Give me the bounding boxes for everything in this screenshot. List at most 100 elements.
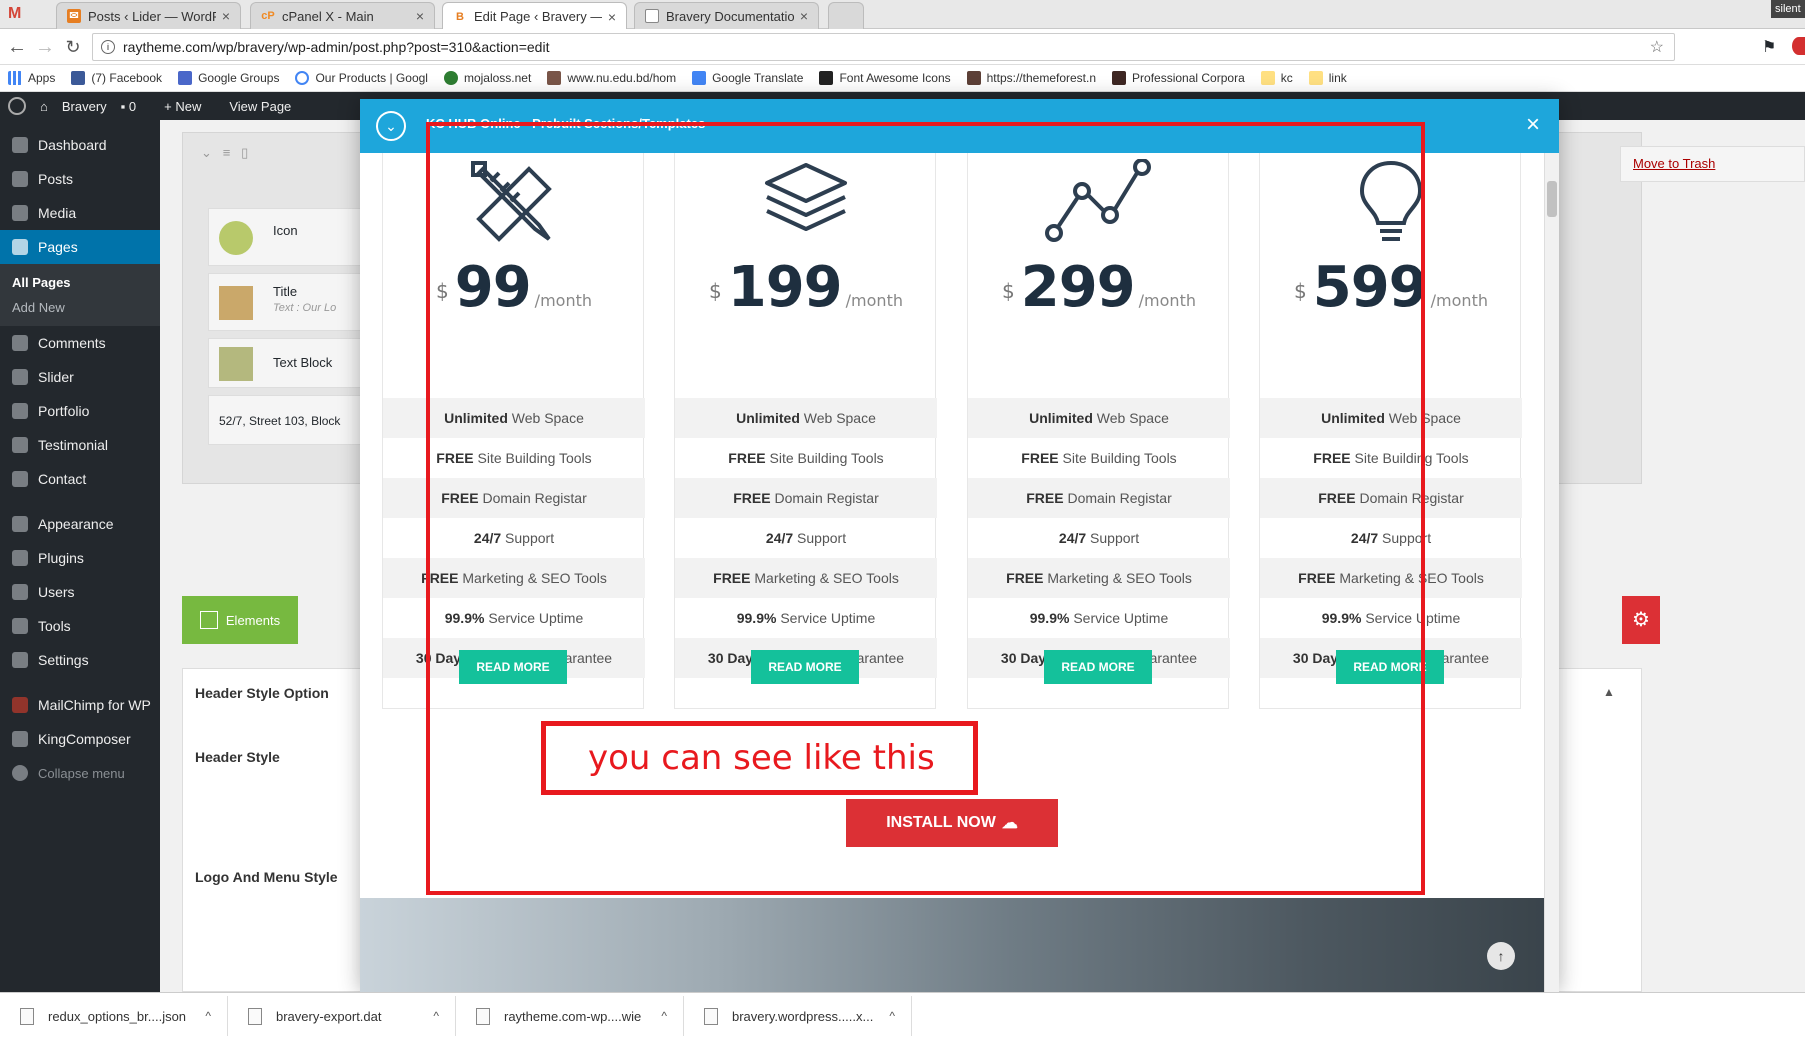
sidebar-label: Contact bbox=[38, 471, 87, 487]
sidebar-label: Posts bbox=[38, 171, 74, 187]
bookmark-label: Apps bbox=[28, 71, 56, 85]
back-icon[interactable]: ← bbox=[6, 36, 28, 58]
bookmark-mojaloss[interactable]: mojaloss.net bbox=[443, 71, 531, 85]
row-toolbar[interactable]: ⌄ ≡ ▯ bbox=[201, 145, 248, 161]
bookmark-apps[interactable]: Apps bbox=[8, 71, 55, 85]
chevron-up-icon[interactable]: ^ bbox=[433, 1009, 439, 1023]
new-label: New bbox=[175, 98, 202, 114]
sidebar-item-appearance[interactable]: Appearance bbox=[0, 507, 160, 541]
folder-icon bbox=[1260, 71, 1275, 85]
settings-icon bbox=[12, 652, 28, 668]
move-to-trash-link[interactable]: Move to Trash bbox=[1633, 156, 1715, 171]
sidebar-item-contact[interactable]: Contact bbox=[0, 462, 160, 496]
address-bar: ← → ↻ i raytheme.com/wp/bravery/wp-admin… bbox=[0, 29, 1805, 65]
tab-label: Posts ‹ Lider — WordPre bbox=[88, 8, 216, 24]
element-label: Icon bbox=[273, 223, 298, 238]
info-icon[interactable]: i bbox=[101, 40, 115, 54]
bookmark-label: (7) Facebook bbox=[91, 71, 163, 85]
forward-icon[interactable]: → bbox=[34, 36, 56, 58]
bookmark-kc[interactable]: kc bbox=[1260, 71, 1293, 85]
pages-submenu: All Pages Add New bbox=[0, 264, 160, 326]
tab-2[interactable]: B Edit Page ‹ Bravery — W × bbox=[442, 2, 627, 30]
sidebar-item-pages[interactable]: Pages bbox=[0, 230, 160, 264]
sidebar-item-mailchimp[interactable]: MailChimp for WP bbox=[0, 688, 160, 722]
close-icon[interactable]: × bbox=[1526, 111, 1540, 139]
settings-gear-button[interactable]: ⚙ bbox=[1622, 596, 1660, 644]
bookmark-nu[interactable]: www.nu.edu.bd/hom bbox=[547, 71, 676, 85]
tab-0[interactable]: ✉ Posts ‹ Lider — WordPre × bbox=[56, 2, 241, 29]
sidebar-label: Slider bbox=[38, 369, 74, 385]
collapse-arrow-icon[interactable]: ▲ bbox=[1603, 685, 1615, 699]
folder-icon bbox=[1308, 71, 1323, 85]
download-item[interactable]: raytheme.com-wp....wie ^ bbox=[456, 996, 684, 1036]
bookmark-products[interactable]: Our Products | Googl bbox=[295, 71, 428, 85]
sidebar-item-posts[interactable]: Posts bbox=[0, 162, 160, 196]
sidebar-item-slider[interactable]: Slider bbox=[0, 360, 160, 394]
translate-icon bbox=[692, 71, 707, 85]
comment-count: 0 bbox=[128, 98, 137, 114]
scrollbar-thumb[interactable] bbox=[1547, 181, 1557, 217]
scroll-top-icon[interactable]: ↑ bbox=[1487, 942, 1515, 970]
option-label: Header Style bbox=[195, 749, 280, 765]
chevron-down-icon[interactable]: ⌄ bbox=[376, 111, 406, 141]
bookmark-translate[interactable]: Google Translate bbox=[692, 71, 803, 85]
comment-icon[interactable]: ▪ 0 bbox=[121, 99, 150, 114]
elements-button[interactable]: Elements bbox=[182, 596, 298, 644]
user-icon bbox=[12, 584, 28, 600]
tab-1[interactable]: cP cPanel X - Main × bbox=[250, 2, 435, 29]
bookmark-link[interactable]: link bbox=[1308, 71, 1347, 85]
sidebar-item-comments[interactable]: Comments bbox=[0, 326, 160, 360]
sidebar-item-portfolio[interactable]: Portfolio bbox=[0, 394, 160, 428]
download-item[interactable]: bravery-export.dat ^ bbox=[228, 996, 456, 1036]
tab-3[interactable]: Bravery Documentation × bbox=[634, 2, 819, 29]
new-link[interactable]: + New bbox=[164, 99, 215, 114]
sidebar-item-settings[interactable]: Settings bbox=[0, 643, 160, 677]
profile-label[interactable]: silent bbox=[1771, 0, 1805, 18]
slider-icon bbox=[12, 369, 28, 385]
sidebar-item-kingcomposer[interactable]: KingComposer bbox=[0, 722, 160, 756]
sidebar-label: Dashboard bbox=[38, 137, 107, 153]
bookmark-google-groups[interactable]: Google Groups bbox=[178, 71, 279, 85]
new-tab-button[interactable] bbox=[828, 2, 864, 29]
close-icon[interactable]: × bbox=[608, 9, 616, 25]
pages-icon bbox=[12, 239, 28, 255]
bookmark-professional[interactable]: Professional Corpora bbox=[1112, 71, 1245, 85]
page-icon bbox=[645, 9, 659, 23]
sidebar-item-users[interactable]: Users bbox=[0, 575, 160, 609]
gmail-icon[interactable]: M bbox=[8, 5, 48, 25]
reload-icon[interactable]: ↻ bbox=[62, 36, 84, 58]
submenu-all-pages[interactable]: All Pages bbox=[0, 270, 160, 295]
submenu-add-new[interactable]: Add New bbox=[0, 295, 160, 320]
url-input[interactable]: i raytheme.com/wp/bravery/wp-admin/post.… bbox=[92, 33, 1675, 61]
sidebar-item-media[interactable]: Media bbox=[0, 196, 160, 230]
collapse-menu-button[interactable]: Collapse menu bbox=[0, 756, 160, 790]
wordpress-icon[interactable] bbox=[8, 97, 26, 115]
sidebar-item-tools[interactable]: Tools bbox=[0, 609, 160, 643]
bookmark-label: Font Awesome Icons bbox=[839, 71, 951, 85]
download-item[interactable]: bravery.wordpress.....x... ^ bbox=[684, 996, 912, 1036]
close-icon[interactable]: × bbox=[416, 8, 424, 24]
extension-icon[interactable] bbox=[1792, 37, 1805, 55]
sidebar-item-plugins[interactable]: Plugins bbox=[0, 541, 160, 575]
close-icon[interactable]: × bbox=[222, 8, 230, 24]
view-page-link[interactable]: View Page bbox=[229, 99, 291, 114]
extension-icon[interactable]: ⚑ bbox=[1762, 37, 1776, 57]
sidebar-label: Collapse menu bbox=[38, 765, 125, 781]
sidebar-item-dashboard[interactable]: Dashboard bbox=[0, 128, 160, 162]
sidebar-item-testimonial[interactable]: Testimonial bbox=[0, 428, 160, 462]
chevron-up-icon[interactable]: ^ bbox=[205, 1009, 211, 1023]
tab-label: cPanel X - Main bbox=[282, 8, 374, 24]
star-icon[interactable]: ☆ bbox=[1650, 37, 1664, 57]
chevron-up-icon[interactable]: ^ bbox=[889, 1009, 895, 1023]
site-name-link[interactable]: Bravery bbox=[62, 99, 107, 114]
close-icon[interactable]: × bbox=[800, 8, 808, 24]
home-icon[interactable]: ⌂ bbox=[40, 99, 48, 114]
download-item[interactable]: redux_options_br....json ^ bbox=[0, 996, 228, 1036]
modal-scrollbar[interactable] bbox=[1544, 153, 1559, 992]
chevron-up-icon[interactable]: ^ bbox=[661, 1009, 667, 1023]
bookmark-themeforest[interactable]: https://themeforest.n bbox=[966, 71, 1096, 85]
bookmark-facebook[interactable]: (7) Facebook bbox=[71, 71, 162, 85]
bookmark-font-awesome[interactable]: Font Awesome Icons bbox=[819, 71, 951, 85]
sidebar-label: Plugins bbox=[38, 550, 84, 566]
plugin-icon bbox=[12, 550, 28, 566]
